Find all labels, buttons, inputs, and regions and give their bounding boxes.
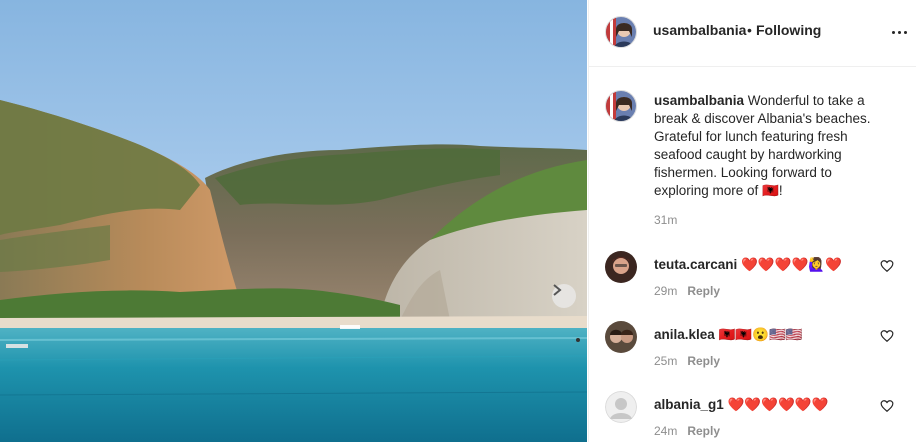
- reply-button[interactable]: Reply: [687, 284, 720, 298]
- more-options-icon[interactable]: [891, 22, 907, 42]
- commenter-avatar-image: [605, 321, 637, 353]
- comment-text: ❤️❤️❤️❤️🙋‍♀️❤️: [741, 257, 842, 272]
- caption-timestamp[interactable]: 31m: [654, 213, 677, 227]
- comment-meta: 29m Reply: [654, 284, 720, 298]
- reply-button[interactable]: Reply: [687, 424, 720, 438]
- post-header: usambalbania • Following: [589, 0, 916, 67]
- comment-username[interactable]: anila.klea: [654, 327, 715, 342]
- commenter-avatar[interactable]: [605, 391, 637, 423]
- comment-text: ❤️❤️❤️❤️❤️❤️: [727, 397, 829, 412]
- author-username[interactable]: usambalbania: [653, 22, 746, 38]
- commenter-avatar[interactable]: [605, 251, 637, 283]
- comment-text: 🇦🇱🇦🇱😮🇺🇸🇺🇸: [718, 327, 803, 342]
- next-photo-button[interactable]: [552, 284, 576, 308]
- caption-username[interactable]: usambalbania: [654, 93, 744, 108]
- commenter-avatar[interactable]: [605, 321, 637, 353]
- caption-text: Wonderful to take a break & discover Alb…: [654, 93, 871, 198]
- post-side-panel: usambalbania • Following usambalbania Wo…: [588, 0, 916, 442]
- caption-avatar-image: [606, 91, 636, 121]
- comment-username[interactable]: albania_g1: [654, 397, 724, 412]
- chevron-right-icon: [553, 284, 562, 296]
- post-photo[interactable]: [0, 0, 587, 442]
- reply-button[interactable]: Reply: [687, 354, 720, 368]
- commenter-avatar-image: [605, 251, 637, 283]
- comment-timestamp[interactable]: 29m: [654, 284, 677, 298]
- comment-item: albania_g1 ❤️❤️❤️❤️❤️❤️ 24m Reply: [589, 391, 916, 442]
- default-avatar-icon: [605, 391, 637, 423]
- heart-icon[interactable]: [880, 399, 894, 413]
- comment-timestamp[interactable]: 25m: [654, 354, 677, 368]
- comment-item: teuta.carcani ❤️❤️❤️❤️🙋‍♀️❤️ 29m Reply: [589, 251, 916, 321]
- follow-separator: •: [747, 22, 752, 38]
- author-avatar-image: [606, 17, 636, 47]
- following-button[interactable]: Following: [756, 22, 821, 38]
- caption-author-avatar[interactable]: [605, 90, 637, 122]
- comment-meta: 24m Reply: [654, 424, 720, 438]
- comment-timestamp[interactable]: 24m: [654, 424, 677, 438]
- comment-body: anila.klea 🇦🇱🇦🇱😮🇺🇸🇺🇸: [654, 327, 803, 343]
- comment-meta: 25m Reply: [654, 354, 720, 368]
- heart-icon[interactable]: [880, 329, 894, 343]
- post-caption: usambalbania Wonderful to take a break &…: [654, 92, 890, 200]
- comment-body: albania_g1 ❤️❤️❤️❤️❤️❤️: [654, 397, 828, 413]
- beach-cliffs-photo: [0, 100, 587, 442]
- comment-body: teuta.carcani ❤️❤️❤️❤️🙋‍♀️❤️: [654, 257, 842, 273]
- author-avatar[interactable]: [605, 16, 637, 48]
- comment-username[interactable]: teuta.carcani: [654, 257, 737, 272]
- heart-icon[interactable]: [880, 259, 894, 273]
- comment-item: anila.klea 🇦🇱🇦🇱😮🇺🇸🇺🇸 25m Reply: [589, 321, 916, 391]
